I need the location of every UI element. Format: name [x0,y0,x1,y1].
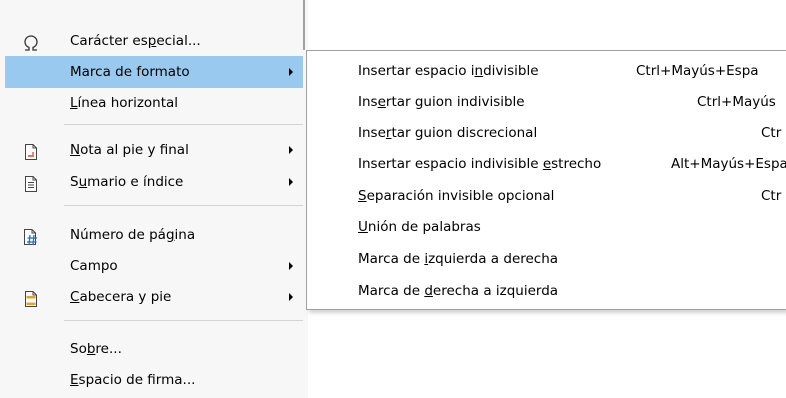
submenu-arrow-icon [289,146,293,154]
menu-item-label: Número de página [70,227,196,243]
shortcut-label: Ctrl+Mayús+Espa [636,63,759,79]
submenu-arrow-icon [289,178,293,186]
menu-item-label: Carácter especial... [70,33,201,49]
shortcut-label: Ctr [761,188,782,204]
header-footer-icon [22,288,40,307]
omega-icon [22,32,40,51]
menu-item-label: Nota al pie y final [70,142,189,158]
menu-item-table-of-contents[interactable]: Sumario e índice [5,166,303,198]
menu-item-special-character[interactable]: Carácter especial... [5,25,303,57]
menu-item-envelope[interactable]: Sobre... [5,333,303,365]
submenu-item-insert-narrow-non-breaking-space[interactable]: Insertar espacio indivisible estrecho Al… [307,148,786,180]
submenu-item-word-joiner[interactable]: Unión de palabras [307,211,786,243]
submenu-item-label: Marca de izquierda a derecha [358,251,559,267]
menu-separator [64,124,303,125]
submenu-item-label: Unión de palabras [358,219,481,235]
menu-item-header-footer[interactable]: Cabecera y pie [5,281,303,313]
page-number-icon [22,226,40,246]
menu-item-label: Cabecera y pie [70,289,172,305]
menu-item-label: Línea horizontal [70,95,179,111]
menu-item-label: Marca de formato [70,64,190,80]
submenu-item-optional-invisible-separator[interactable]: Separación invisible opcional Ctr [307,180,786,212]
submenu-item-label: Marca de derecha a izquierda [358,283,559,299]
menu-separator [64,320,303,321]
formatting-mark-submenu: Insertar espacio indivisible Ctrl+Mayús+… [306,50,786,310]
submenu-item-insert-non-breaking-hyphen[interactable]: Insertar guion indivisible Ctrl+Mayús [307,86,786,118]
menu-item-formatting-mark[interactable]: Marca de formato [5,56,303,88]
submenu-item-right-to-left-mark[interactable]: Marca de derecha a izquierda [307,275,786,307]
menu-item-horizontal-line[interactable]: Línea horizontal [5,87,303,119]
submenu-arrow-icon [289,262,293,270]
menu-item-field[interactable]: Campo [5,250,303,282]
menu-item-page-number[interactable]: Número de página [5,219,303,251]
submenu-item-label: Insertar espacio indivisible estrecho [358,156,602,172]
submenu-item-label: Insertar espacio indivisible [358,63,539,79]
menu-item-label: Sobre... [70,341,122,357]
submenu-item-insert-soft-hyphen[interactable]: Insertar guion discrecional Ctr [307,117,786,149]
submenu-item-left-to-right-mark[interactable]: Marca de izquierda a derecha [307,243,786,275]
menu-item-signature-line[interactable]: Espacio de firma... [5,364,303,396]
submenu-item-label: Insertar guion indivisible [358,94,525,110]
shortcut-label: Ctr [761,125,782,141]
menu-item-label: Campo [70,258,118,274]
table-of-contents-icon [22,173,40,192]
menu-item-footnote-endnote[interactable]: Nota al pie y final [5,134,303,166]
menu-item-label: Sumario e índice [70,174,184,190]
submenu-arrow-icon [289,293,293,301]
insert-menu: Carácter especial... Marca de formato Lí… [0,0,308,398]
menu-separator [64,205,303,206]
menu-item-label: Espacio de firma... [70,372,196,388]
shortcut-label: Ctrl+Mayús [697,94,776,110]
submenu-item-insert-non-breaking-space[interactable]: Insertar espacio indivisible Ctrl+Mayús+… [307,55,786,87]
submenu-item-label: Insertar guion discrecional [358,125,538,141]
submenu-arrow-icon [289,68,293,76]
footnote-icon [22,141,40,160]
shortcut-label: Alt+Mayús+Espa [671,156,786,172]
submenu-item-label: Separación invisible opcional [358,188,555,204]
